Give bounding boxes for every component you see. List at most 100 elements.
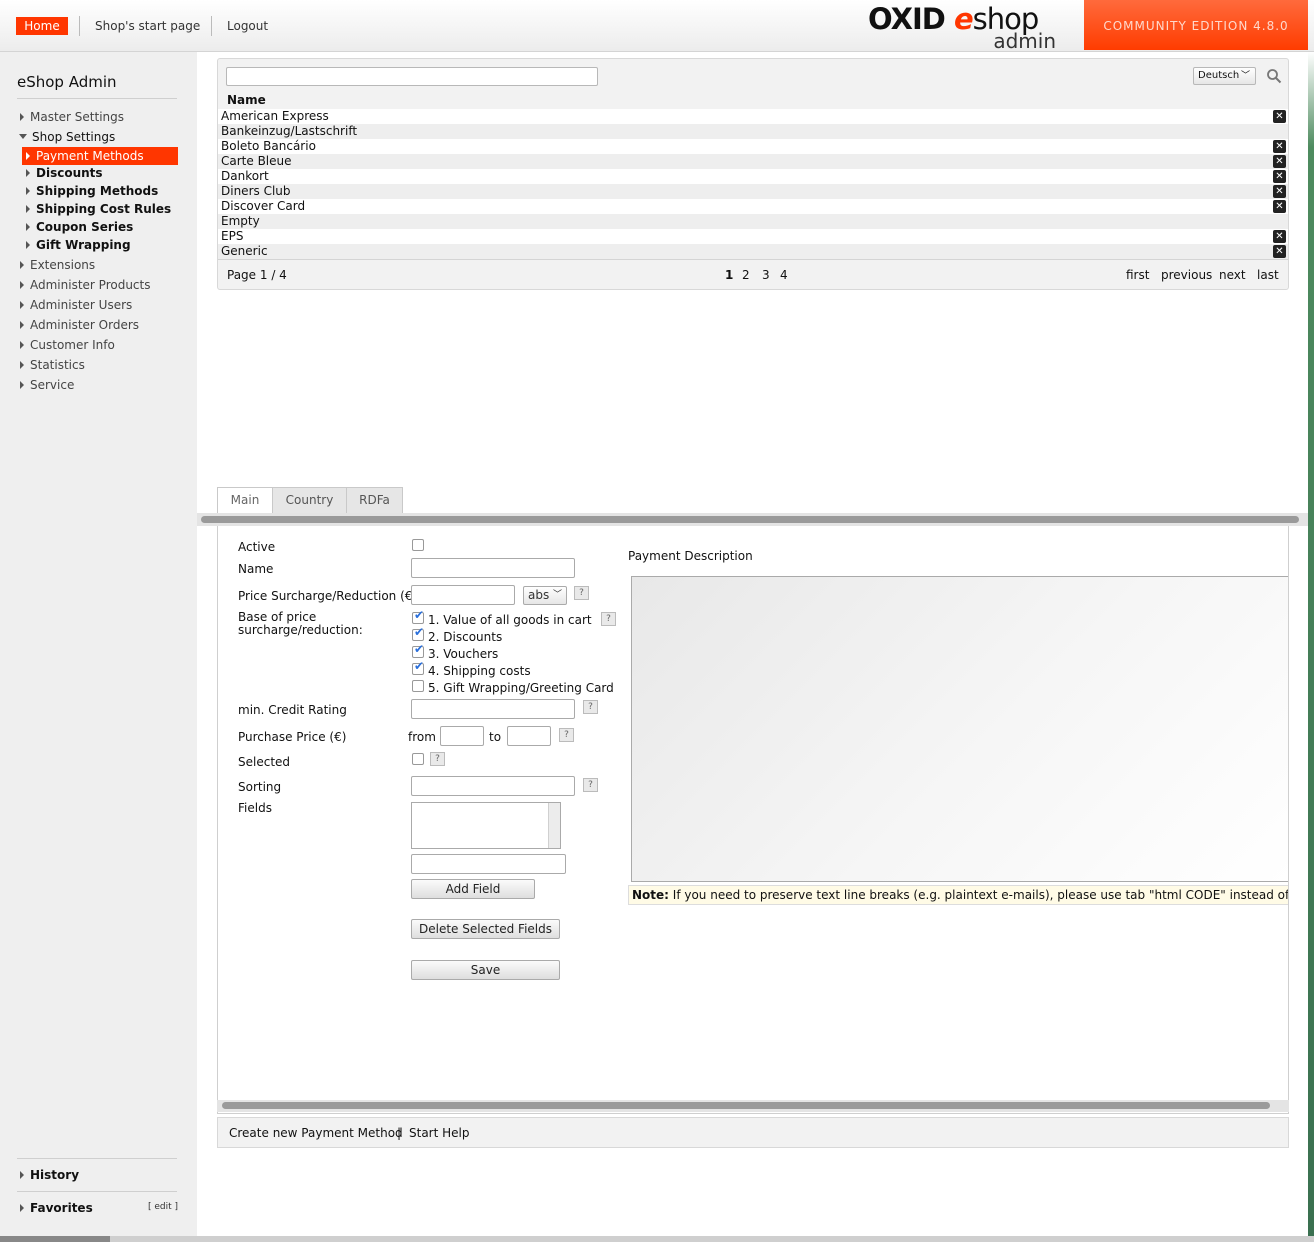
fields-listbox[interactable] [411,802,561,849]
delete-icon[interactable]: ✕ [1273,155,1286,168]
sidebar: eShop Admin Master Settings Shop Setting… [0,52,197,1242]
active-checkbox[interactable] [412,539,424,551]
table-row[interactable]: Discover Card ✕ [218,199,1288,214]
delete-icon[interactable]: ✕ [1273,245,1286,258]
payment-description-editor[interactable] [631,576,1288,882]
sidebar-item-extensions[interactable]: Extensions [20,258,95,272]
sidebar-item-administer-products[interactable]: Administer Products [20,278,150,292]
base-option-checkbox-goods[interactable] [412,608,424,624]
page-link-2[interactable]: 2 [742,268,750,282]
help-icon[interactable]: ? [574,586,589,600]
window-scrollbar[interactable] [0,1236,1314,1242]
credit-rating-input[interactable] [411,699,575,719]
top-header: Home Shop's start page Logout OXID eshop… [0,0,1314,53]
delete-icon[interactable]: ✕ [1273,110,1286,123]
sidebar-item-discounts[interactable]: Discounts [26,166,103,180]
save-button[interactable]: Save [411,960,560,980]
table-row[interactable]: Carte Bleue ✕ [218,154,1288,169]
purchase-from-input[interactable] [440,726,484,746]
previous-page-link[interactable]: previous [1161,268,1212,282]
payment-methods-table: American Express ✕ Bankeinzug/Lastschrift… [218,109,1288,259]
delete-icon[interactable]: ✕ [1273,230,1286,243]
delete-icon[interactable]: ✕ [1273,170,1286,183]
column-header-name[interactable]: Name [227,93,266,107]
scrollbar-thumb[interactable] [0,1236,110,1242]
next-page-link[interactable]: next [1219,268,1246,282]
sidebar-item-payment-methods[interactable]: Payment Methods [22,147,178,165]
table-row[interactable]: Dankort ✕ [218,169,1288,184]
add-field-button[interactable]: Add Field [411,879,535,899]
header-separator [79,16,80,36]
last-page-link[interactable]: last [1257,268,1279,282]
sidebar-divider [17,1191,177,1192]
table-row[interactable]: EPS ✕ [218,229,1288,244]
first-page-link[interactable]: first [1126,268,1149,282]
start-help-link[interactable]: Start Help [409,1126,470,1140]
fields-label: Fields [238,801,272,815]
sidebar-item-coupon-series[interactable]: Coupon Series [26,220,133,234]
tab-rdfa[interactable]: RDFa [346,487,403,513]
sidebar-item-statistics[interactable]: Statistics [20,358,85,372]
help-icon[interactable]: ? [430,752,445,766]
search-icon[interactable] [1266,68,1282,84]
table-row[interactable]: Empty [218,214,1288,229]
page-link-3[interactable]: 3 [762,268,770,282]
sidebar-item-master-settings[interactable]: Master Settings [20,110,124,124]
page-link-1[interactable]: 1 [725,268,733,282]
shop-start-page-link[interactable]: Shop's start page [95,19,200,33]
logout-link[interactable]: Logout [227,19,268,33]
help-icon[interactable]: ? [583,700,598,714]
selected-label: Selected [238,755,291,769]
table-row[interactable]: Generic ✕ [218,244,1288,259]
table-row[interactable]: Bankeinzug/Lastschrift [218,124,1288,139]
listbox-scrollbar[interactable] [548,803,560,848]
sidebar-item-history[interactable]: History [20,1168,79,1182]
surcharge-input[interactable] [411,585,515,605]
chevron-down-icon: ﹀ [552,590,562,600]
create-payment-method-link[interactable]: Create new Payment Method [229,1126,403,1140]
base-option-checkbox-vouchers[interactable] [412,642,424,658]
name-filter-input[interactable] [226,67,598,86]
delete-icon[interactable]: ✕ [1273,140,1286,153]
chevron-right-icon [26,169,30,177]
horizontal-scrollbar[interactable] [217,1100,1289,1112]
selected-checkbox[interactable] [412,753,424,765]
scrollbar-thumb[interactable] [201,516,1299,523]
purchase-to-input[interactable] [507,726,551,746]
sidebar-item-shipping-methods[interactable]: Shipping Methods [26,184,158,198]
base-option-checkbox-shipping[interactable] [412,659,424,675]
scrollbar-thumb[interactable] [222,1102,1270,1109]
logo-oxid-text: OXID [868,2,946,36]
favorites-edit-link[interactable]: [ edit ] [148,1202,178,1212]
table-row[interactable]: American Express ✕ [218,109,1288,124]
home-button[interactable]: Home [16,17,68,35]
sidebar-item-administer-orders[interactable]: Administer Orders [20,318,139,332]
tab-country[interactable]: Country [272,487,347,513]
base-option-checkbox-discounts[interactable] [412,625,424,641]
page-link-4[interactable]: 4 [780,268,788,282]
sidebar-item-service[interactable]: Service [20,378,74,392]
sidebar-item-administer-users[interactable]: Administer Users [20,298,132,312]
base-option-checkbox-giftwrap[interactable] [412,680,424,692]
sidebar-item-gift-wrapping[interactable]: Gift Wrapping [26,238,131,252]
sidebar-item-shipping-cost-rules[interactable]: Shipping Cost Rules [26,202,171,216]
sidebar-item-favorites[interactable]: Favorites [20,1201,93,1215]
language-select[interactable]: Deutsch ﹀ [1193,67,1256,85]
delete-selected-fields-button[interactable]: Delete Selected Fields [411,919,560,939]
oxid-eshop-logo: OXID eshop admin [868,2,1078,53]
sorting-input[interactable] [411,776,575,796]
name-input[interactable] [411,558,575,578]
horizontal-scrollbar[interactable] [197,513,1314,526]
table-row[interactable]: Diners Club ✕ [218,184,1288,199]
help-icon[interactable]: ? [583,778,598,792]
delete-icon[interactable]: ✕ [1273,185,1286,198]
surcharge-type-select[interactable]: abs ﹀ [523,586,567,605]
delete-icon[interactable]: ✕ [1273,200,1286,213]
help-icon[interactable]: ? [601,612,616,626]
sidebar-item-shop-settings[interactable]: Shop Settings [19,130,115,144]
help-icon[interactable]: ? [559,728,574,742]
sidebar-item-customer-info[interactable]: Customer Info [20,338,115,352]
new-field-input[interactable] [411,854,566,874]
table-row[interactable]: Boleto Bancário ✕ [218,139,1288,154]
tab-main[interactable]: Main [217,487,273,513]
